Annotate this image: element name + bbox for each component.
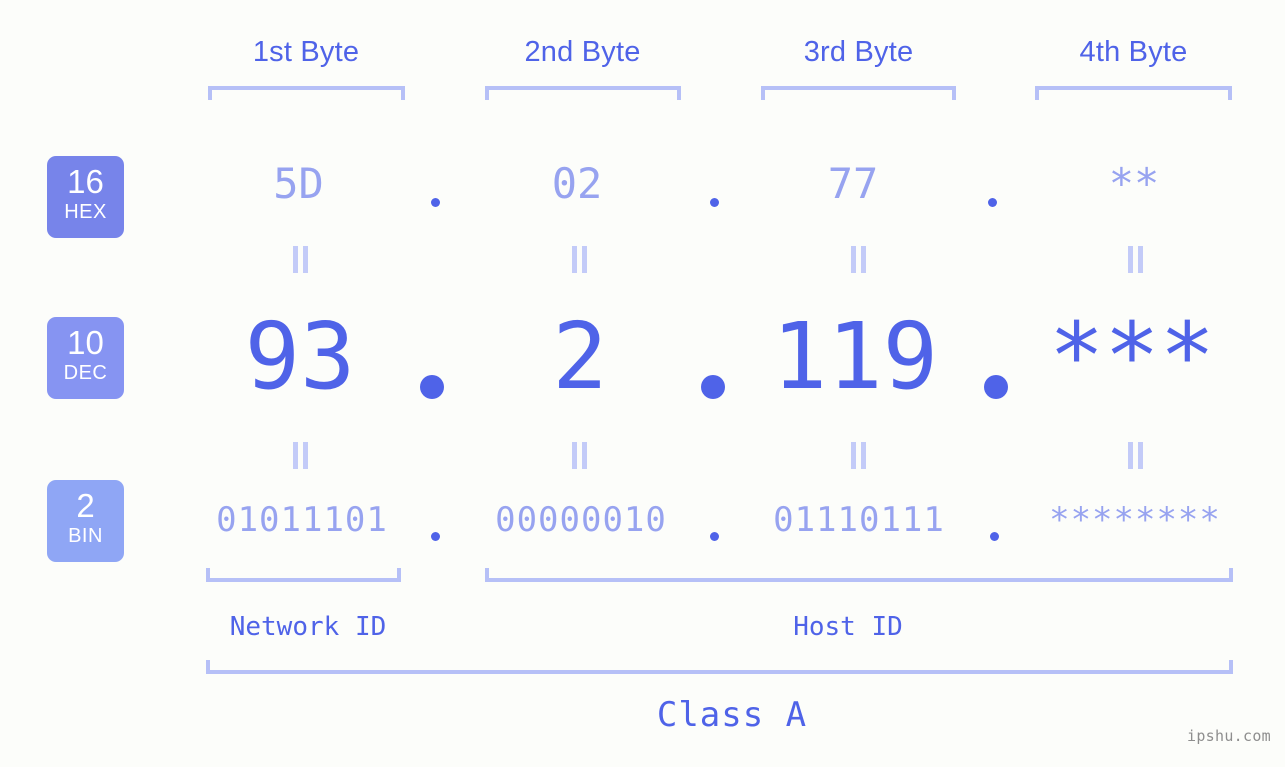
host-id-bracket <box>485 568 1233 582</box>
base-badge-dec-name: DEC <box>63 362 108 384</box>
base-badge-dec-number: 10 <box>67 324 104 361</box>
byte-header-label-2: 2nd Byte <box>524 36 641 68</box>
dec-byte-1: 93 <box>244 303 356 410</box>
base-badge-hex: 16 HEX <box>47 156 124 238</box>
base-badge-bin-number: 2 <box>76 487 95 524</box>
bin-byte-1: 01011101 <box>216 500 388 540</box>
hex-dot-separator-1 <box>431 198 440 207</box>
network-id-bracket <box>206 568 401 582</box>
byte-bracket-top-2 <box>485 86 681 100</box>
base-badge-dec: 10 DEC <box>47 317 124 399</box>
equals-mark-hex-dec-2 <box>571 246 588 273</box>
hex-byte-3: 77 <box>827 159 879 208</box>
dec-byte-3: 119 <box>771 303 939 410</box>
network-id-label: Network ID <box>229 612 387 642</box>
bin-byte-4: ******** <box>1049 500 1221 540</box>
bin-dot-separator-1 <box>431 532 440 541</box>
site-watermark: ipshu.com <box>1187 727 1271 745</box>
equals-mark-dec-bin-1 <box>292 442 309 469</box>
base-badge-hex-name: HEX <box>64 201 107 223</box>
equals-mark-dec-bin-3 <box>850 442 867 469</box>
dec-dot-separator-3 <box>984 375 1008 399</box>
hex-byte-1: 5D <box>273 159 324 208</box>
equals-mark-hex-dec-1 <box>292 246 309 273</box>
byte-bracket-top-3 <box>761 86 956 100</box>
dec-dot-separator-1 <box>420 375 444 399</box>
equals-mark-dec-bin-2 <box>571 442 588 469</box>
equals-mark-hex-dec-4 <box>1127 246 1144 273</box>
bin-dot-separator-3 <box>990 532 999 541</box>
byte-bracket-top-4 <box>1035 86 1232 100</box>
base-badge-bin: 2 BIN <box>47 480 124 562</box>
hex-dot-separator-3 <box>988 198 997 207</box>
hex-dot-separator-2 <box>710 198 719 207</box>
byte-header-label-3: 3rd Byte <box>803 36 914 68</box>
base-badge-bin-name: BIN <box>68 525 103 547</box>
class-label: Class A <box>656 695 808 735</box>
base-badge-hex-number: 16 <box>67 163 104 200</box>
byte-header-label-1: 1st Byte <box>252 36 360 68</box>
dec-dot-separator-2 <box>701 375 725 399</box>
equals-mark-dec-bin-4 <box>1127 442 1144 469</box>
bin-byte-2: 00000010 <box>495 500 667 540</box>
equals-mark-hex-dec-3 <box>850 246 867 273</box>
dec-byte-2: 2 <box>552 303 608 410</box>
byte-header-label-4: 4th Byte <box>1079 36 1188 68</box>
bin-byte-3: 01110111 <box>773 500 945 540</box>
ip-breakdown-diagram: 1st Byte 2nd Byte 3rd Byte 4th Byte 16 H… <box>0 0 1285 767</box>
byte-bracket-top-1 <box>208 86 405 100</box>
dec-byte-4: *** <box>1048 303 1216 410</box>
bin-dot-separator-2 <box>710 532 719 541</box>
hex-byte-4: ** <box>1108 159 1160 208</box>
hex-byte-2: 02 <box>551 159 603 208</box>
class-bracket <box>206 660 1233 674</box>
host-id-label: Host ID <box>793 612 903 642</box>
